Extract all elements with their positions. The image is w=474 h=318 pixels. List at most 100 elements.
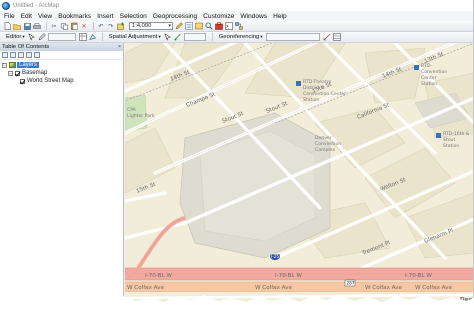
toolbar-separator [101, 33, 103, 41]
sketch-properties-icon[interactable] [88, 33, 97, 41]
options-icon[interactable] [34, 52, 40, 58]
edit-annotation-icon[interactable] [38, 33, 46, 41]
georeferencing-dropdown[interactable]: Georeferencing ▾ [216, 33, 266, 42]
copy-icon[interactable] [60, 22, 68, 30]
redo-icon[interactable]: ↷ [107, 22, 115, 30]
transit-station-icon [414, 65, 419, 70]
select-elements-icon[interactable] [164, 33, 172, 41]
map-scale-combo[interactable]: 1:4,000 ▾ [129, 22, 173, 30]
add-control-points-icon[interactable] [323, 33, 331, 41]
colfax-label-4: W Colfax Ave [415, 285, 452, 291]
add-data-icon[interactable] [117, 22, 125, 30]
menu-bar: File Edit View Bookmarks Insert Selectio… [0, 11, 473, 21]
shield-text-i25: I-25 [271, 254, 279, 259]
basemap-visibility-checkbox[interactable] [15, 70, 20, 76]
view-link-table-icon[interactable] [332, 33, 341, 41]
delete-icon[interactable]: ✕ [80, 22, 88, 30]
spatial-adjustment-label: Spatial Adjustment [108, 34, 158, 40]
poi-cpa-2: Lighter Park [127, 113, 155, 119]
poi-rtd-1: RTD-Theatre [303, 79, 331, 85]
arcmap-window: Untitled - ArcMap File Edit View Bookmar… [0, 0, 474, 306]
python-window-icon[interactable] [225, 22, 233, 30]
menu-windows[interactable]: Windows [240, 13, 267, 20]
arctoolbox-icon[interactable] [215, 22, 223, 30]
map-display[interactable]: I-25 287 14th St Champa St Stout St Stou… [125, 43, 473, 306]
editor-georef-toolbar: Editor ▾ Spatial Adjustment ▾ Georeferenci… [0, 32, 473, 43]
poi-denver-2: Convention [315, 141, 341, 147]
toc-layers-row[interactable]: − Layers [0, 61, 123, 69]
toc-title-bar: Table Of Contents × [0, 43, 123, 51]
torn-paper-edge [0, 295, 474, 318]
poi-rtd-4: Station [303, 97, 319, 103]
poi-rtd-conv-2: Convention [421, 69, 447, 75]
toolbar-separator [211, 33, 213, 41]
edit-tool-icon[interactable] [28, 33, 36, 41]
us287-shield: 287 [344, 279, 356, 287]
new-document-icon[interactable] [3, 22, 11, 30]
editor-toolbar-icon[interactable] [175, 22, 183, 30]
table-of-contents-icon[interactable] [185, 22, 193, 30]
layers-label[interactable]: Layers [17, 62, 40, 68]
poi-rtd-2: District & [303, 85, 325, 91]
poi-cpa-1: CPA [127, 107, 137, 113]
world-street-map-visibility-checkbox[interactable] [20, 78, 25, 84]
poi-rtd16-1: RTD-16th & [443, 131, 470, 137]
georeferencing-layer-box[interactable] [265, 33, 320, 41]
map-scale-value: 1:4,000 [132, 22, 152, 29]
poi-denver-3: Complex [315, 147, 335, 153]
basemap-label[interactable]: Basemap [22, 70, 47, 76]
search-icon[interactable] [205, 22, 213, 30]
cut-icon[interactable]: ✂ [50, 22, 58, 30]
collapse-icon[interactable]: − [2, 62, 7, 68]
attributes-icon[interactable] [78, 33, 87, 41]
poi-denver-1: Denver [315, 135, 332, 141]
open-folder-icon[interactable] [13, 22, 21, 30]
chevron-down-icon: ▾ [260, 34, 263, 39]
menu-help[interactable]: Help [273, 13, 287, 20]
editor-dropdown[interactable]: Editor ▾ [3, 33, 28, 42]
catalog-icon[interactable] [195, 22, 203, 30]
editor-label: Editor [6, 34, 22, 40]
transit-station-icon [296, 81, 301, 86]
poi-rtd16-3: Station [443, 143, 459, 149]
i25-shield: I-25 [269, 253, 281, 261]
list-by-visibility-icon[interactable] [18, 52, 24, 58]
poi-rtd16-2: Stout [443, 137, 455, 143]
print-icon[interactable] [33, 22, 41, 30]
spatial-adjustment-dropdown[interactable]: Spatial Adjustment ▾ [106, 33, 164, 42]
georeferencing-label: Georeferencing [218, 34, 260, 40]
model-builder-icon[interactable] [235, 22, 243, 30]
world-street-map-label[interactable]: World Street Map [27, 78, 74, 84]
editor-task-box[interactable] [47, 33, 76, 41]
paste-icon[interactable] [70, 22, 78, 30]
new-displacement-link-icon[interactable] [174, 33, 182, 41]
toc-world-street-map-row[interactable]: World Street Map [0, 77, 123, 85]
menu-selection[interactable]: Selection [120, 13, 147, 20]
toolbar-separator [93, 22, 94, 30]
list-by-drawing-order-icon[interactable] [2, 52, 8, 58]
freeway-label-3: I-70-BL W [405, 273, 432, 279]
menu-file[interactable]: File [4, 13, 15, 20]
poi-rtd-conv-4: Station [421, 81, 437, 87]
toc-toolbar [0, 51, 123, 60]
list-by-selection-icon[interactable] [26, 52, 32, 58]
spatial-adjustment-box[interactable] [183, 33, 206, 41]
close-icon[interactable]: × [118, 44, 123, 50]
list-by-source-icon[interactable] [10, 52, 16, 58]
chevron-down-icon: ▾ [168, 22, 171, 29]
menu-edit[interactable]: Edit [21, 13, 32, 20]
menu-geoprocessing[interactable]: Geoprocessing [153, 13, 197, 20]
freeway-label-2: I-70-BL W [275, 273, 302, 279]
arcmap-globe-icon [2, 1, 10, 10]
undo-icon[interactable]: ↶ [97, 22, 105, 30]
collapse-icon[interactable]: − [8, 70, 13, 76]
menu-view[interactable]: View [38, 13, 52, 20]
menu-insert[interactable]: Insert [97, 13, 114, 20]
poi-rtd-3: Convention Center [303, 91, 346, 97]
standard-toolbar: ✂ ✕ ↶ ↷ 1:4,000 ▾ [0, 21, 473, 32]
toc-basemap-row[interactable]: − Basemap [0, 69, 123, 77]
save-icon[interactable] [23, 22, 31, 30]
chevron-down-icon: ▾ [22, 34, 25, 39]
menu-customize[interactable]: Customize [203, 13, 234, 20]
menu-bookmarks[interactable]: Bookmarks [58, 13, 91, 20]
